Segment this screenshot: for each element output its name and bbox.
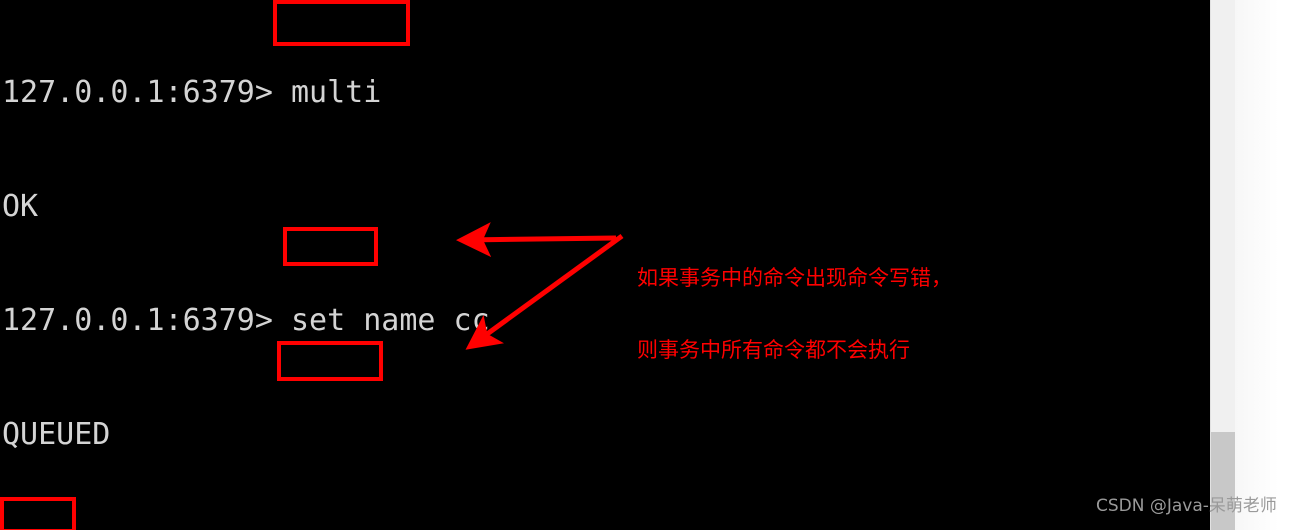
annotation-line-2: 则事务中所有命令都不会执行 [637, 338, 910, 362]
terminal-output: 127.0.0.1:6379> multi OK 127.0.0.1:6379>… [0, 0, 1210, 530]
screenshot-root: 127.0.0.1:6379> multi OK 127.0.0.1:6379>… [0, 0, 1314, 530]
highlight-box-multi [273, 0, 410, 46]
terminal-line: QUEUED [2, 417, 111, 452]
terminal-line: 127.0.0.1:6379> multi [2, 75, 382, 110]
annotation-text: 如果事务中的命令出现命令写错， 则事务中所有命令都不会执行 [637, 218, 952, 410]
terminal-console[interactable]: 127.0.0.1:6379> multi OK 127.0.0.1:6379>… [0, 0, 1210, 530]
terminal-line: OK [2, 189, 39, 224]
annotation-line-1: 如果事务中的命令出现命令写错， [637, 266, 952, 290]
highlight-box-bb [0, 497, 76, 530]
terminal-line: 127.0.0.1:6379> set name cc [2, 303, 490, 338]
page-right-margin [1235, 0, 1314, 530]
highlight-box-exec [277, 341, 383, 381]
csdn-watermark: CSDN @Java-呆萌老师 [1096, 496, 1277, 516]
highlight-box-sett [283, 227, 378, 266]
